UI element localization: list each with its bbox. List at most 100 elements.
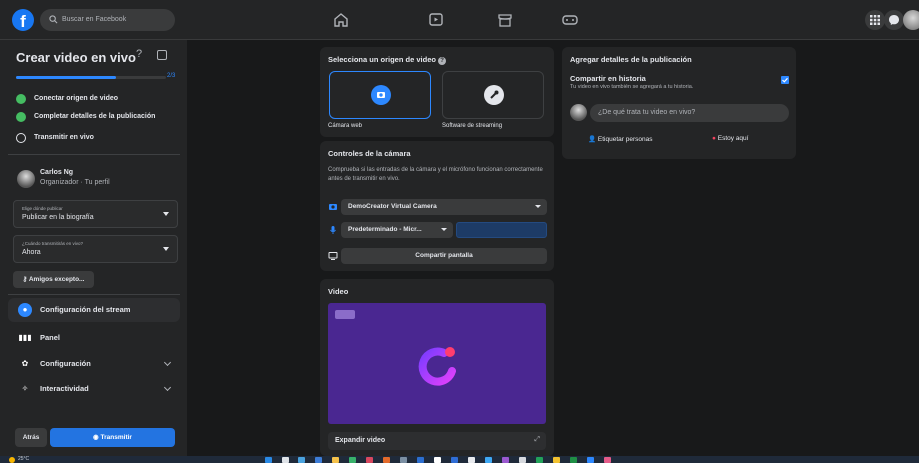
step-complete-details: Completar detalles de la publicación xyxy=(16,111,155,123)
audience-button[interactable]: ⚷ Amigos excepto... xyxy=(13,271,94,288)
facebook-logo[interactable]: f xyxy=(12,9,34,31)
step-go-live: Transmitir en vivo xyxy=(16,132,94,144)
app-icon[interactable] xyxy=(502,457,509,463)
create-live-sidebar: Crear video en vivo ? 2/3 Conectar orige… xyxy=(0,40,187,456)
divider xyxy=(8,154,180,155)
info-icon[interactable]: ? xyxy=(438,57,447,65)
menu-grid-button[interactable] xyxy=(865,10,885,30)
webcam-label: Cámara web xyxy=(328,123,363,129)
post-location-select[interactable]: Elige dónde publicar Publicar en la biog… xyxy=(13,200,178,228)
step-label: Conectar origen de video xyxy=(34,95,119,102)
tag-people-button[interactable]: 👤 Etiquetar personas xyxy=(588,135,652,143)
app-icon[interactable] xyxy=(315,457,322,463)
help-icon[interactable]: ? xyxy=(136,48,142,60)
go-live-button[interactable]: ◉ Transmitir xyxy=(50,428,175,447)
divider xyxy=(8,294,180,295)
select-value: Ahora xyxy=(22,249,41,256)
app-icon[interactable] xyxy=(349,457,356,463)
home-icon[interactable] xyxy=(332,11,350,29)
camera-icon: ● xyxy=(18,303,32,317)
top-bar: f Buscar en Facebook xyxy=(0,0,919,40)
app-icon[interactable] xyxy=(434,457,441,463)
streaming-software-option[interactable] xyxy=(442,71,544,119)
audio-level-meter xyxy=(456,222,547,238)
select-value: Publicar en la biografía xyxy=(22,214,94,221)
step-label: Transmitir en vivo xyxy=(34,134,94,141)
app-icon[interactable] xyxy=(383,457,390,463)
marketplace-icon[interactable] xyxy=(496,11,514,29)
chrome-icon[interactable] xyxy=(366,457,373,463)
gaming-icon[interactable] xyxy=(561,11,579,29)
select-label: Elige dónde publicar xyxy=(22,206,63,211)
camera-controls-card: Controles de la cámara Comprueba si las … xyxy=(320,141,554,271)
mic-row: Predeterminado - Micr... xyxy=(328,222,550,238)
menu-dashboard[interactable]: ▮▮▮ Panel xyxy=(8,326,180,350)
avatar xyxy=(570,104,587,121)
gear-icon: ✿ xyxy=(21,359,29,368)
share-row: Compartir pantalla xyxy=(328,248,550,264)
app-icon[interactable] xyxy=(570,457,577,463)
menu-label: Configuración del stream xyxy=(40,305,131,314)
video-source-card: Selecciona un origen de video ? Cámara w… xyxy=(320,47,554,137)
video-preview[interactable] xyxy=(328,303,546,424)
menu-settings[interactable]: ✿ Configuración xyxy=(8,352,180,376)
windows-taskbar: 25°C xyxy=(0,456,919,463)
app-icon[interactable] xyxy=(587,457,594,463)
app-icon[interactable] xyxy=(604,457,611,463)
expand-video-button[interactable]: Expandir video ⤢ xyxy=(328,432,546,450)
check-in-button[interactable]: ● Estoy aquí xyxy=(712,135,748,142)
page-title: Crear video en vivo xyxy=(16,50,136,65)
mic-select[interactable]: Predeterminado - Micr... xyxy=(341,222,453,238)
exit-icon[interactable] xyxy=(157,50,167,60)
camera-value: DemoCreator Virtual Camera xyxy=(348,203,437,210)
watch-icon[interactable] xyxy=(427,11,445,29)
search-icon[interactable] xyxy=(282,457,289,463)
taskview-icon[interactable] xyxy=(298,457,305,463)
post-details-card: Agregar detalles de la publicación Compa… xyxy=(562,47,796,159)
share-screen-button[interactable]: Compartir pantalla xyxy=(341,248,547,264)
folder-icon[interactable] xyxy=(332,457,339,463)
card-title: Video xyxy=(328,287,349,296)
menu-label: Panel xyxy=(40,333,61,342)
check-icon xyxy=(16,94,26,104)
tag-people-icon: 👤 xyxy=(588,136,597,143)
profile-name: Carlos Ng xyxy=(40,169,74,176)
messenger-icon xyxy=(889,15,899,25)
weather-icon xyxy=(9,457,15,463)
tag-label: Etiquetar personas xyxy=(597,136,653,143)
menu-label: Interactividad xyxy=(40,384,89,393)
description-input[interactable]: ¿De qué trata tu video en vivo? xyxy=(590,104,789,122)
webcam-option[interactable] xyxy=(329,71,431,119)
app-icon[interactable] xyxy=(400,457,407,463)
profile-avatar[interactable] xyxy=(903,10,919,30)
app-icon[interactable] xyxy=(553,457,560,463)
go-live-label: Transmitir xyxy=(100,434,132,441)
empty-circle-icon xyxy=(16,133,26,143)
mic-value: Predeterminado - Micr... xyxy=(348,226,422,233)
app-icon[interactable] xyxy=(468,457,475,463)
expand-label: Expandir video xyxy=(335,437,386,444)
search-placeholder: Buscar en Facebook xyxy=(62,16,127,23)
share-story-title: Compartir en historia xyxy=(570,74,646,83)
back-button[interactable]: Atrás xyxy=(15,428,47,447)
app-icon[interactable] xyxy=(519,457,526,463)
app-icon[interactable] xyxy=(417,457,424,463)
share-story-checkbox[interactable] xyxy=(781,76,789,84)
menu-interactivity[interactable]: ✧ Interactividad xyxy=(8,377,180,401)
camera-icon xyxy=(329,204,337,210)
start-icon[interactable] xyxy=(265,457,272,463)
caret-down-icon xyxy=(163,212,169,216)
app-icon[interactable] xyxy=(536,457,543,463)
app-icon[interactable] xyxy=(451,457,458,463)
video-preview-card: Video Expandir video ⤢ xyxy=(320,279,554,456)
schedule-select[interactable]: ¿Cuándo transmitirás en vivo? Ahora xyxy=(13,235,178,263)
menu-stream-settings[interactable]: ● Configuración del stream xyxy=(8,298,180,322)
search-icon xyxy=(49,15,58,24)
camera-select[interactable]: DemoCreator Virtual Camera xyxy=(341,199,547,215)
audience-label: Amigos excepto... xyxy=(28,276,85,283)
messenger-button[interactable] xyxy=(884,10,904,30)
search-input[interactable]: Buscar en Facebook xyxy=(40,9,175,31)
app-icon[interactable] xyxy=(485,457,492,463)
microphone-icon xyxy=(330,226,336,234)
chevron-down-icon xyxy=(163,383,172,392)
